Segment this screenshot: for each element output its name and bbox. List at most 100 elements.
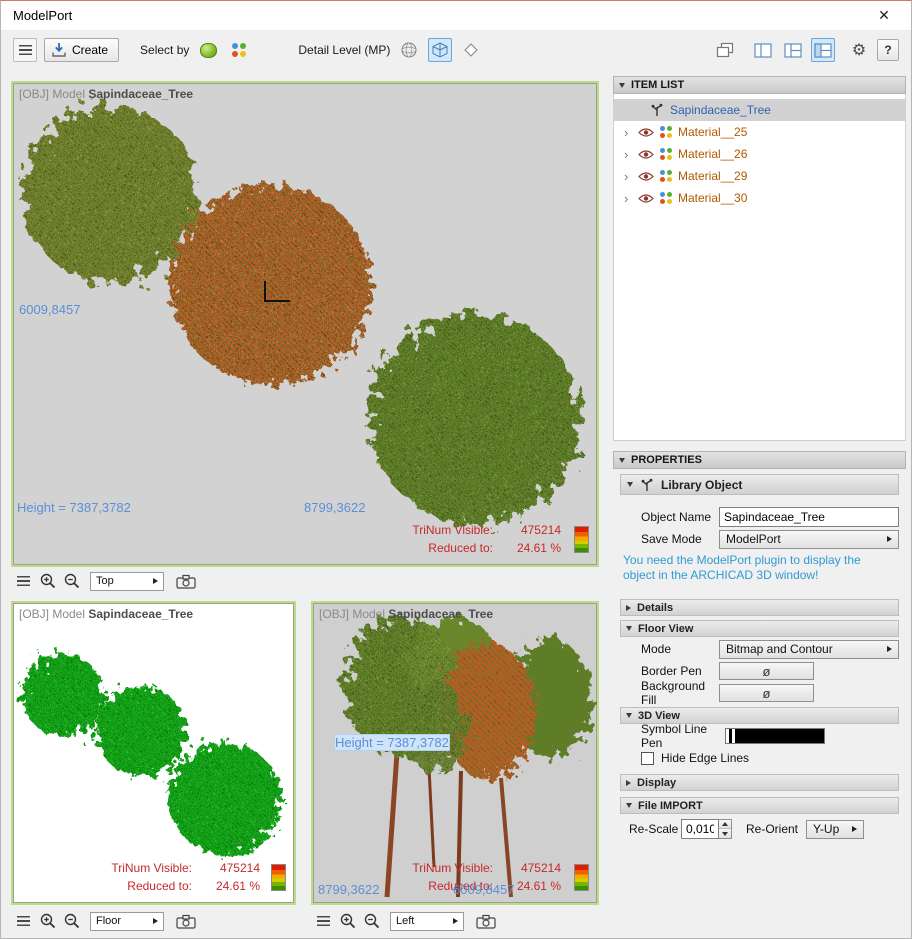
float-window-button[interactable] (713, 38, 737, 62)
triangle-stats: TriNum Visible: 475214 Reduced to: 24.61 % (412, 523, 561, 555)
coordinate-label: 6009,8457 (19, 302, 81, 317)
visibility-eye-icon[interactable] (638, 171, 654, 182)
save-mode-dropdown[interactable]: ModelPort (719, 529, 899, 549)
section-details[interactable]: Details (620, 599, 899, 616)
cube-icon (431, 41, 449, 59)
height-label: Height = 7387,3782 (17, 500, 131, 515)
material-dots-icon (660, 170, 672, 182)
zoom-in-icon[interactable] (37, 911, 58, 932)
view-select-top[interactable]: Top (90, 571, 164, 591)
item-row-material[interactable]: › Material__25 (614, 121, 905, 143)
select-by-surface-button[interactable] (196, 38, 220, 62)
library-object-bar[interactable]: Library Object (620, 474, 899, 495)
zoom-in-icon[interactable] (337, 911, 358, 932)
settings-button[interactable]: ⚙ (847, 38, 871, 62)
dropdown-arrow-icon (852, 826, 858, 832)
height-label: Height = 7387,3782 (335, 735, 449, 750)
background-fill-row: Background Fill ø (613, 679, 899, 707)
viewport-menu-icon[interactable] (313, 911, 334, 932)
dropdown-arrow-icon (887, 536, 892, 542)
snapshot-camera-icon[interactable] (175, 911, 196, 932)
create-label: Create (72, 43, 109, 57)
mode-label: Mode (641, 642, 672, 656)
collapsed-arrow-icon (626, 779, 631, 786)
layout-split-icon (784, 43, 802, 58)
create-import-icon (51, 42, 67, 58)
item-row-material[interactable]: › Material__26 (614, 143, 905, 165)
viewport-menu-icon[interactable] (13, 571, 34, 592)
collapse-arrow-icon (627, 482, 633, 487)
mode-row: Mode Bitmap and Contour (613, 639, 899, 659)
create-button[interactable]: Create (44, 38, 120, 62)
save-mode-row: Save Mode ModelPort (613, 529, 899, 549)
viewport-floor[interactable]: [OBJ] Model Sapindaceae_Tree TriNum Visi… (11, 601, 296, 905)
close-icon[interactable]: ✕ (869, 3, 899, 29)
expander-chevron-icon[interactable]: › (624, 169, 632, 184)
expander-chevron-icon[interactable]: › (624, 125, 632, 140)
mode-dropdown[interactable]: Bitmap and Contour (719, 639, 899, 659)
viewport-title: [OBJ] Model Sapindaceae_Tree (319, 607, 494, 621)
item-row-root[interactable]: Sapindaceae_Tree (614, 99, 905, 121)
layout-quad-button[interactable] (811, 38, 835, 62)
visibility-eye-icon[interactable] (638, 127, 654, 138)
snapshot-camera-icon[interactable] (475, 911, 496, 932)
background-fill-button[interactable]: ø (719, 684, 814, 702)
section-file-import[interactable]: File IMPORT (620, 797, 899, 814)
item-row-material[interactable]: › Material__30 (614, 187, 905, 209)
layout-split-button[interactable] (781, 38, 805, 62)
rescale-input[interactable] (681, 819, 719, 839)
layout-two-pane-button[interactable] (751, 38, 775, 62)
visibility-eye-icon[interactable] (638, 193, 654, 204)
item-row-material[interactable]: › Material__29 (614, 165, 905, 187)
spin-down-icon[interactable] (719, 829, 731, 838)
main-menu-icon[interactable] (13, 38, 37, 62)
reduction-legend-icon (574, 864, 589, 891)
zoom-out-icon[interactable] (61, 911, 82, 932)
viewport-left[interactable]: [OBJ] Model Sapindaceae_Tree Height = 73… (311, 601, 599, 905)
expander-chevron-icon[interactable]: › (624, 191, 632, 206)
visibility-eye-icon[interactable] (638, 149, 654, 160)
zoom-in-icon[interactable] (37, 571, 58, 592)
object-name-row: Object Name (613, 507, 899, 527)
material-dots-icon (660, 148, 672, 160)
border-pen-label: Border Pen (641, 664, 702, 678)
detail-level-sphere-button[interactable] (397, 38, 421, 62)
spin-up-icon[interactable] (719, 820, 731, 829)
plugin-note: You need the ModelPort plugin to display… (623, 553, 861, 582)
top-view-canvas (23, 107, 580, 524)
view-select-floor[interactable]: Floor (90, 911, 164, 931)
expander-chevron-icon[interactable]: › (624, 147, 632, 162)
viewport-top[interactable]: [OBJ] Model Sapindaceae_Tree 6009,8457 H… (11, 81, 599, 567)
viewport-menu-icon[interactable] (13, 911, 34, 932)
spinner-buttons (719, 819, 732, 839)
detail-level-cube-button[interactable] (428, 38, 453, 62)
symbol-line-pen-button[interactable] (725, 728, 825, 744)
hide-edge-lines-row: Hide Edge Lines (613, 748, 899, 768)
hide-edge-lines-checkbox[interactable] (641, 751, 654, 765)
properties-header[interactable]: PROPERTIES (613, 451, 906, 469)
floor-viewport-toolbar: Floor (13, 909, 196, 933)
symbol-line-pen-label: Symbol Line Pen (641, 722, 708, 750)
object-name-input[interactable] (719, 507, 899, 527)
floor-view-canvas (22, 654, 281, 855)
triangle-stats: TriNum Visible: 475214 Reduced to: 24.61 % (111, 861, 260, 893)
snapshot-camera-icon[interactable] (175, 571, 196, 592)
right-panel: ITEM LIST Sapindaceae_Tree › Material__2… (613, 76, 906, 934)
item-list-header[interactable]: ITEM LIST (613, 76, 906, 94)
modelport-window: ModelPort ✕ Create Select by Detail Leve… (0, 0, 912, 939)
hide-edge-lines-label: Hide Edge Lines (661, 751, 750, 765)
border-pen-button[interactable]: ø (719, 662, 814, 680)
section-floor-view[interactable]: Floor View (620, 620, 899, 637)
section-display[interactable]: Display (620, 774, 899, 791)
help-button[interactable]: ? (877, 39, 899, 61)
zoom-out-icon[interactable] (61, 571, 82, 592)
select-by-material-button[interactable] (227, 38, 251, 62)
reorient-dropdown[interactable]: Y-Up (806, 819, 865, 839)
detail-level-label: Detail Level (MP) (298, 43, 391, 57)
dropdown-arrow-icon (887, 646, 892, 652)
collapse-arrow-icon (619, 457, 625, 463)
detail-level-diamond-button[interactable] (459, 38, 483, 62)
view-select-left[interactable]: Left (390, 911, 464, 931)
dropdown-arrow-icon (153, 918, 158, 924)
zoom-out-icon[interactable] (361, 911, 382, 932)
